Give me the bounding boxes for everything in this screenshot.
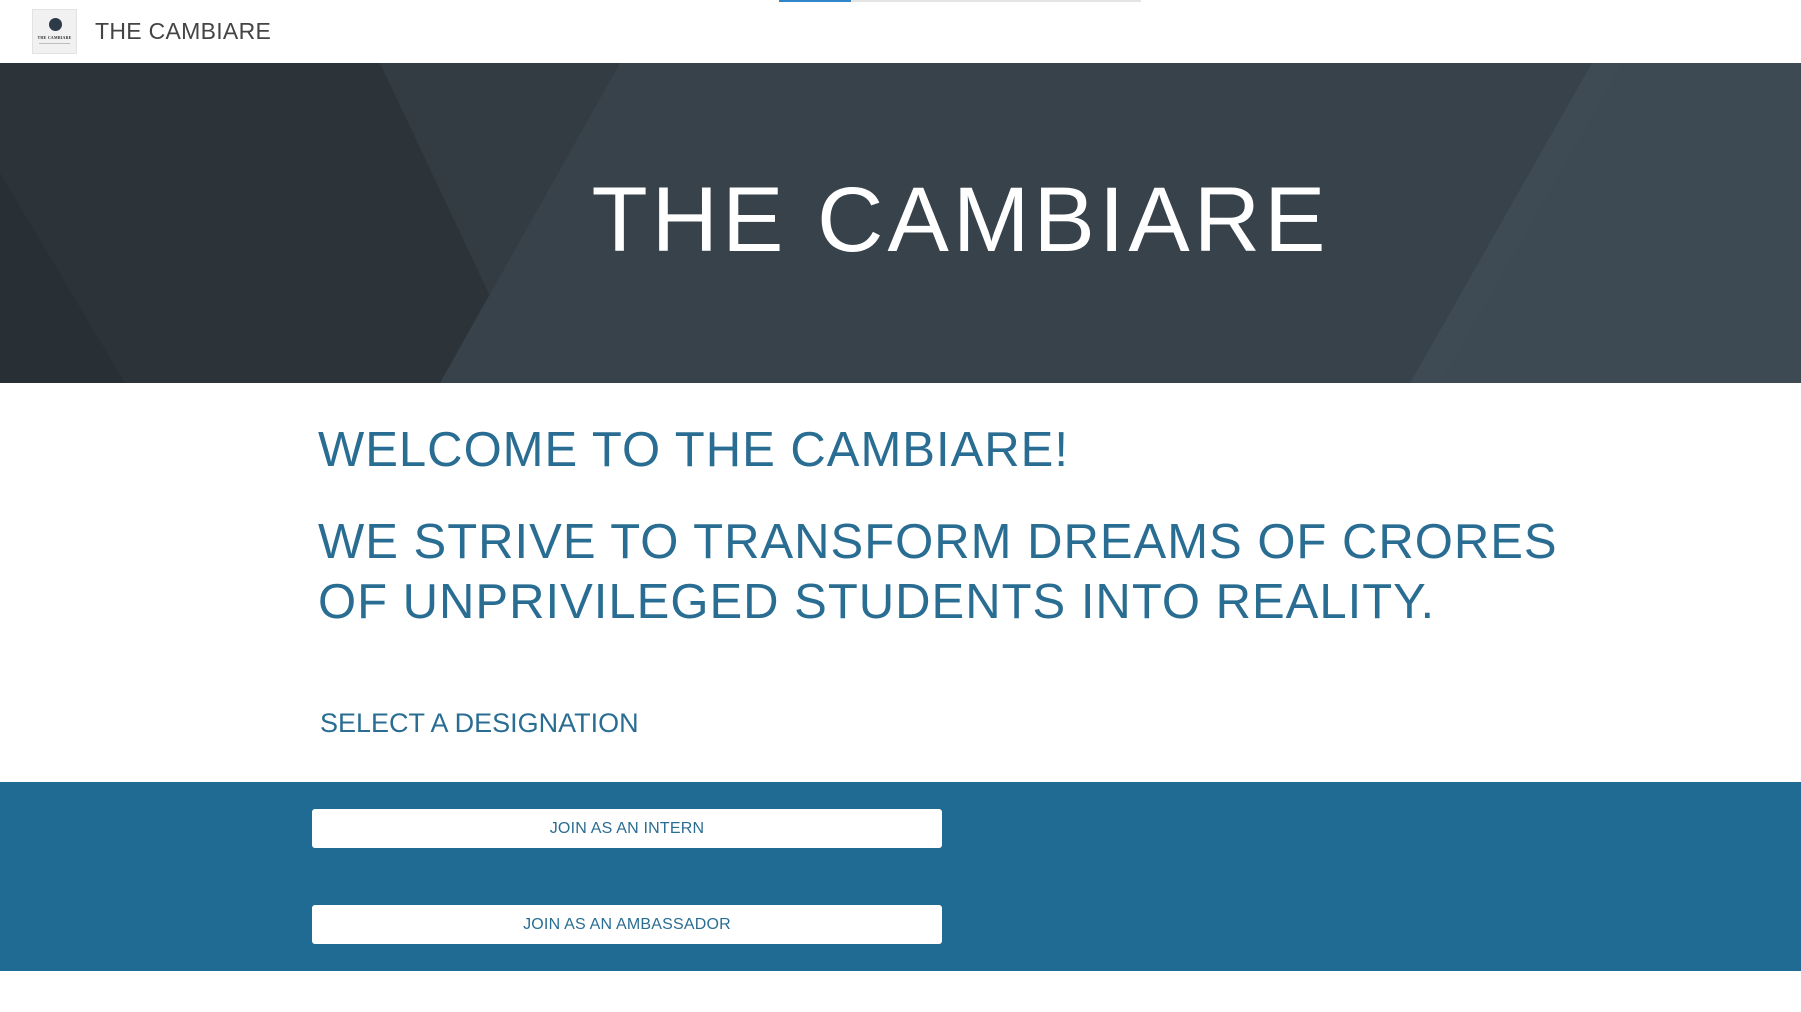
join-intern-button[interactable]: JOIN AS AN INTERN	[312, 809, 942, 848]
globe-icon	[49, 18, 62, 31]
mission-statement: WE STRIVE TO TRANSFORM DREAMS OF CRORES …	[318, 515, 1558, 629]
hero-banner: THE CAMBIARE	[0, 63, 1801, 383]
designation-panel: JOIN AS AN INTERN JOIN AS AN AMBASSADOR	[0, 782, 1801, 971]
progress-bar	[779, 0, 1141, 2]
site-logo[interactable]: THE CAMBIARE	[32, 9, 77, 54]
logo-text: THE CAMBIARE	[37, 35, 72, 40]
logo-underline	[39, 43, 70, 44]
top-header: THE CAMBIARE THE CAMBIARE	[0, 0, 1801, 63]
join-ambassador-button[interactable]: JOIN AS AN AMBASSADOR	[312, 905, 942, 944]
welcome-heading: WELCOME TO THE CAMBIARE!	[318, 423, 1069, 477]
progress-bar-fill	[779, 0, 852, 2]
welcome-section: WELCOME TO THE CAMBIARE! WE STRIVE TO TR…	[318, 420, 1618, 632]
hero-title: THE CAMBIARE	[591, 169, 1330, 271]
select-designation-label: SELECT A DESIGNATION	[320, 708, 639, 738]
site-title[interactable]: THE CAMBIARE	[95, 18, 271, 45]
